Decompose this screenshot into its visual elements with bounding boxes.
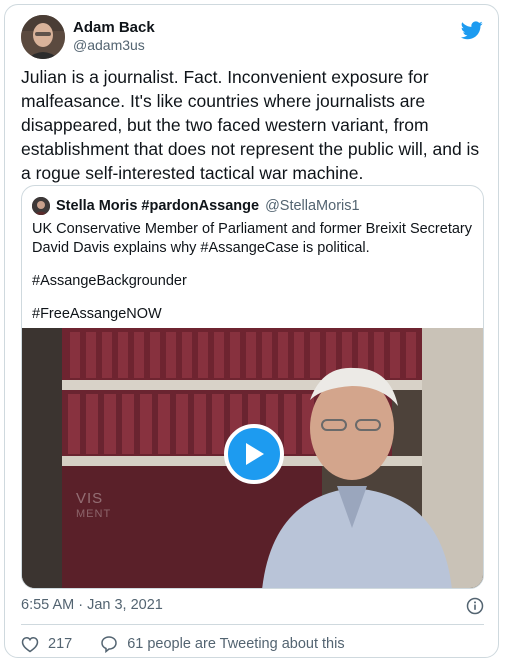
play-button[interactable] bbox=[224, 424, 284, 484]
quoted-hashtag[interactable]: #AssangeBackgrounder bbox=[32, 272, 477, 291]
play-icon bbox=[246, 443, 264, 465]
tweet-timestamp[interactable]: 6:55 AM · Jan 3, 2021 bbox=[21, 597, 163, 613]
twitter-bird-icon[interactable] bbox=[460, 19, 484, 41]
author-handle[interactable]: @adam3us bbox=[73, 37, 145, 53]
quoted-avatar[interactable] bbox=[32, 197, 50, 215]
quoted-hashtag[interactable]: #FreeAssangeNOW bbox=[32, 305, 477, 324]
video-overlay-subtext: MENT bbox=[76, 508, 112, 520]
quoted-handle[interactable]: @StellaMoris1 bbox=[265, 198, 360, 214]
author-name[interactable]: Adam Back bbox=[73, 19, 155, 36]
tweet-text: Julian is a journalist. Fact. Inconvenie… bbox=[21, 67, 480, 183]
tweet-actions: 217 61 people are Tweeting about this bbox=[21, 634, 373, 654]
quoted-tweet[interactable]: Stella Moris #pardonAssange @StellaMoris… bbox=[21, 185, 484, 589]
quoted-text: UK Conservative Member of Parliament and… bbox=[32, 220, 477, 324]
video-overlay-text: VIS bbox=[76, 490, 104, 507]
quoted-name[interactable]: Stella Moris #pardonAssange bbox=[56, 198, 259, 214]
like-button[interactable]: 217 bbox=[21, 636, 72, 653]
tweeting-about-text: 61 people are Tweeting about this bbox=[127, 636, 345, 652]
speech-bubble-icon bbox=[101, 636, 117, 653]
like-count: 217 bbox=[48, 636, 73, 652]
divider bbox=[21, 624, 484, 625]
tweeting-about-link[interactable]: 61 people are Tweeting about this bbox=[100, 635, 345, 653]
quoted-header: Stella Moris #pardonAssange @StellaMoris… bbox=[32, 196, 360, 216]
author-avatar[interactable] bbox=[21, 15, 65, 59]
info-icon[interactable] bbox=[466, 597, 484, 615]
tweet-card: Adam Back @adam3us Julian is a journalis… bbox=[4, 4, 499, 658]
heart-icon bbox=[21, 636, 39, 652]
quoted-line: UK Conservative Member of Parliament and… bbox=[32, 221, 472, 256]
video-thumbnail[interactable]: VIS MENT bbox=[22, 328, 483, 588]
